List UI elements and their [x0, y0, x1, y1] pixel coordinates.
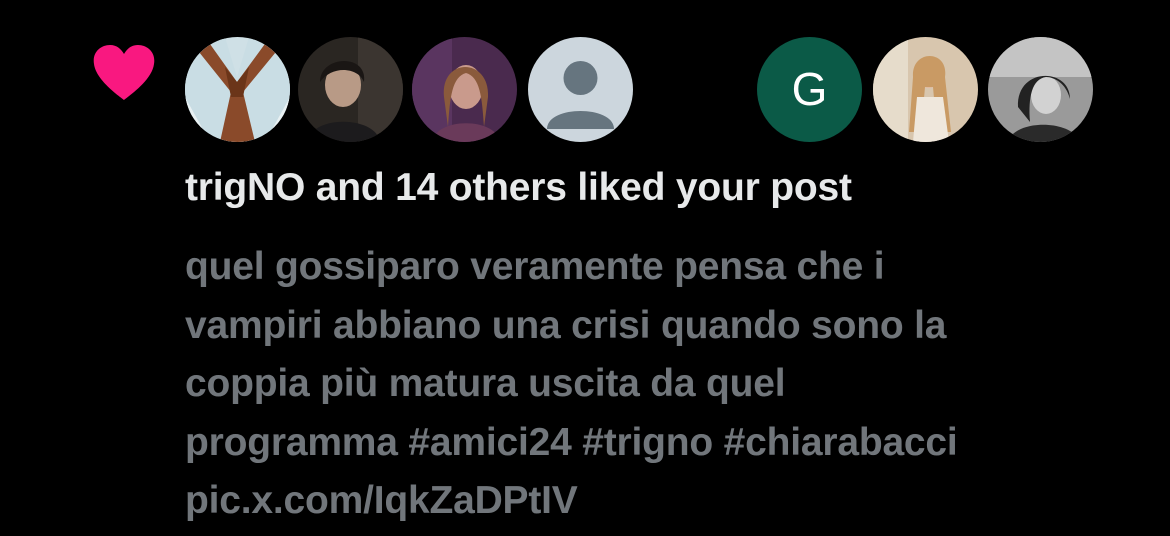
- avatar[interactable]: [185, 37, 290, 142]
- default-avatar-icon[interactable]: [528, 37, 633, 142]
- like-notification[interactable]: G trigNO and 14 others liked your post q…: [0, 0, 1170, 536]
- avatar[interactable]: G: [757, 37, 862, 142]
- post-preview[interactable]: quel gossiparo veramente pensa che i vam…: [185, 238, 958, 531]
- post-link[interactable]: pic.x.com/IqkZaDPtIV: [185, 472, 958, 531]
- avatar[interactable]: [412, 37, 517, 142]
- avatar[interactable]: [298, 37, 403, 142]
- post-text-line: programma #amici24 #trigno #chiarabacci: [185, 420, 958, 464]
- notification-headline[interactable]: trigNO and 14 others liked your post: [185, 166, 852, 210]
- post-text-line: quel gossiparo veramente pensa che i: [185, 245, 885, 288]
- post-text-line: vampiri abbiano una crisi quando sono la: [185, 303, 947, 347]
- avatar[interactable]: [873, 37, 978, 142]
- avatar-letter: G: [791, 63, 828, 115]
- avatar[interactable]: [988, 37, 1093, 142]
- post-text-line: coppia più matura uscita da quel: [185, 362, 786, 405]
- heart-icon: [92, 44, 156, 102]
